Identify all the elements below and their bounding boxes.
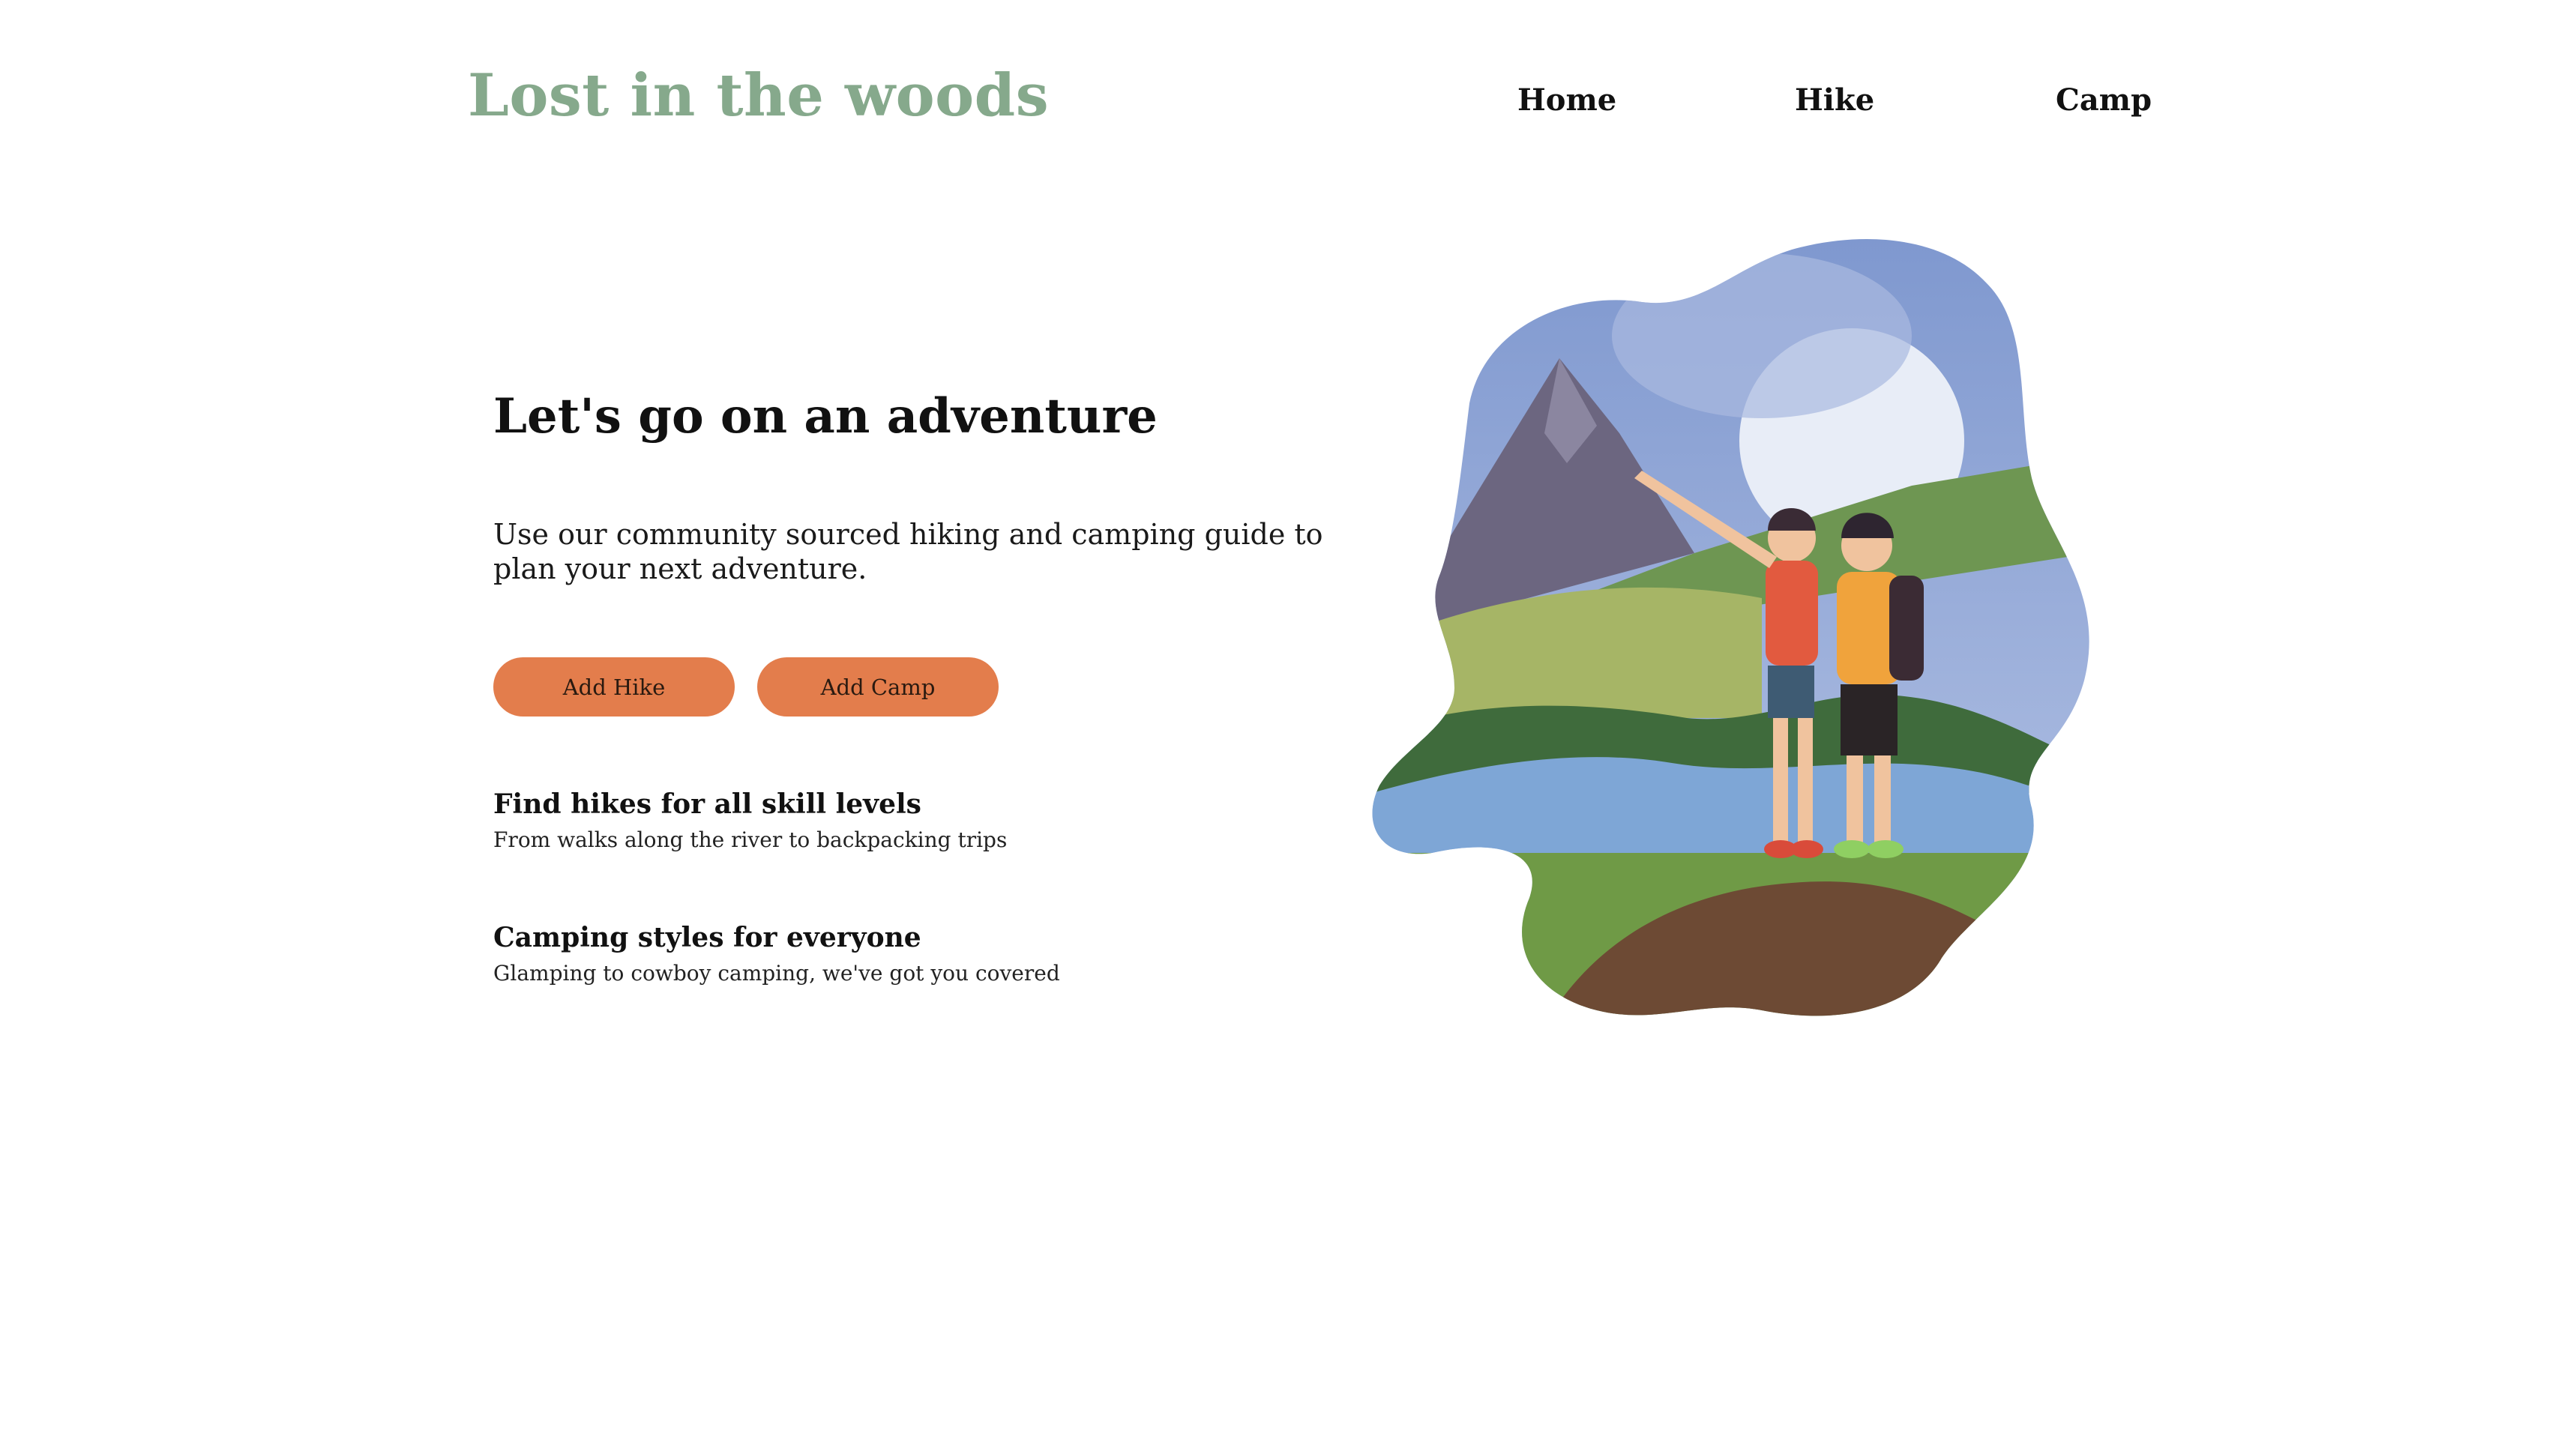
feature-subtitle-hikes: From walks along the river to backpackin… [493, 827, 1008, 852]
hikers-illustration [1372, 239, 2089, 1016]
feature-title-hikes: Find hikes for all skill levels [493, 788, 921, 820]
hero-title: Let's go on an adventure [493, 388, 1158, 444]
main-nav: Home Hike Camp [0, 82, 2576, 127]
feature-subtitle-camping: Glamping to cowboy camping, we've got yo… [493, 961, 1060, 986]
hero-description: Use our community sourced hiking and cam… [493, 518, 1323, 585]
add-hike-button[interactable]: Add Hike [493, 657, 735, 717]
add-camp-button[interactable]: Add Camp [757, 657, 999, 717]
feature-title-camping: Camping styles for everyone [493, 922, 921, 953]
nav-camp[interactable]: Camp [2056, 82, 2152, 118]
nav-hike[interactable]: Hike [1795, 82, 1874, 118]
nav-home[interactable]: Home [1517, 82, 1616, 118]
page: Lost in the woods Home Hike Camp Let's g… [0, 0, 2576, 1451]
